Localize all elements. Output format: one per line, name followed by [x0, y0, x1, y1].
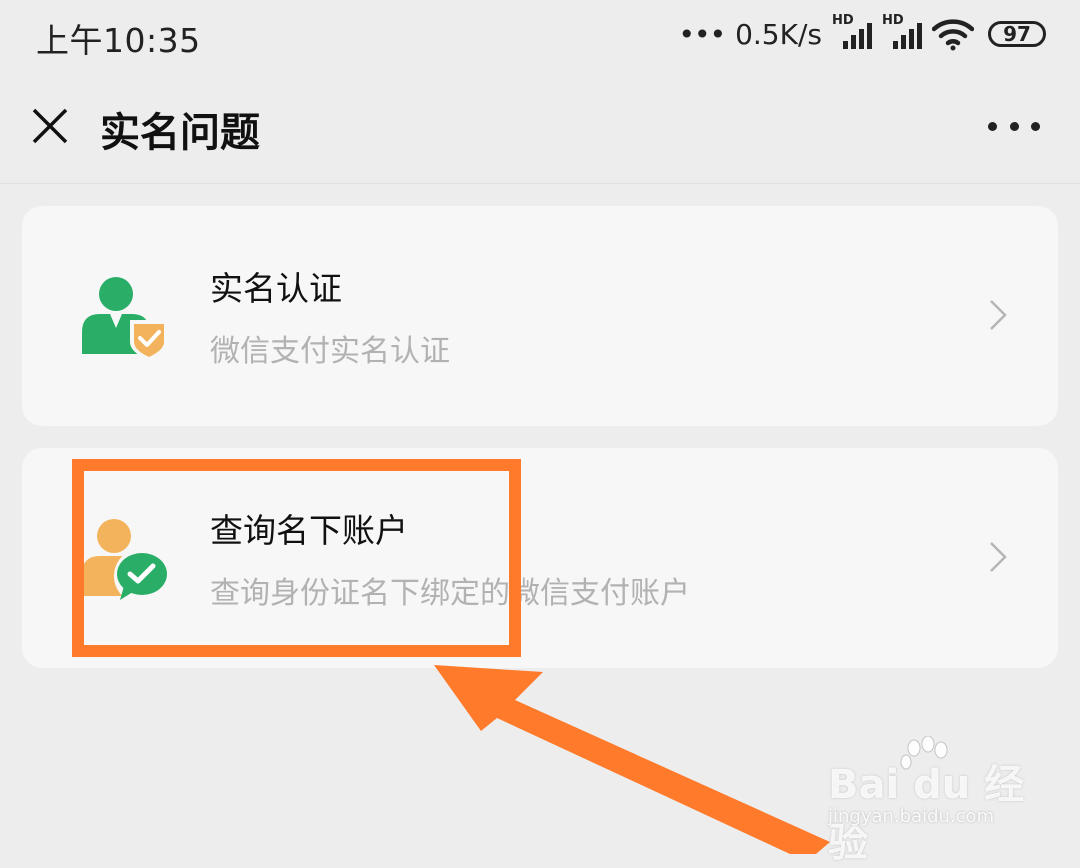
title-bar: 实名问题: [0, 70, 1080, 184]
status-time: 上午10:35: [36, 21, 201, 60]
more-button[interactable]: [988, 114, 1040, 138]
watermark-url: jingyan.baidu.com: [828, 806, 995, 827]
more-icon-dot: [1009, 121, 1019, 131]
chevron-right-icon: [990, 300, 1007, 330]
item-title: 实名认证: [210, 269, 342, 308]
item-title: 查询名下账户: [210, 511, 408, 550]
notification-dots: •••: [678, 17, 727, 51]
list-item-query-accounts[interactable]: 查询名下账户 查询身份证名下绑定的微信支付账户: [22, 448, 1058, 668]
signal-icon: HD: [882, 13, 922, 51]
list-item-real-name-verification[interactable]: 实名认证 微信支付实名认证: [22, 206, 1058, 426]
pointer-arrow: [434, 665, 830, 854]
battery-indicator: 97: [988, 21, 1046, 47]
wifi-icon: [932, 19, 974, 51]
status-bar: 上午10:35 ••• 0.5K/s HD HD 97: [0, 0, 1080, 70]
user-wechat-check-icon: [82, 519, 170, 604]
more-icon-dot: [988, 121, 997, 131]
page-title: 实名问题: [100, 110, 260, 156]
item-description: 查询身份证名下绑定的微信支付账户: [210, 576, 690, 611]
close-button[interactable]: [28, 104, 72, 148]
chevron-right-icon: [990, 542, 1007, 572]
status-indicators: ••• 0.5K/s HD HD 97: [678, 13, 1046, 54]
watermark: Bai du 经验 jingyan.baidu.com: [828, 736, 1028, 866]
signal-icon: HD: [832, 13, 872, 51]
user-shield-icon: [82, 277, 166, 360]
item-description: 微信支付实名认证: [210, 334, 450, 369]
network-speed: 0.5K/s: [735, 17, 822, 51]
close-icon: [32, 108, 68, 144]
more-icon-dot: [1031, 121, 1040, 131]
